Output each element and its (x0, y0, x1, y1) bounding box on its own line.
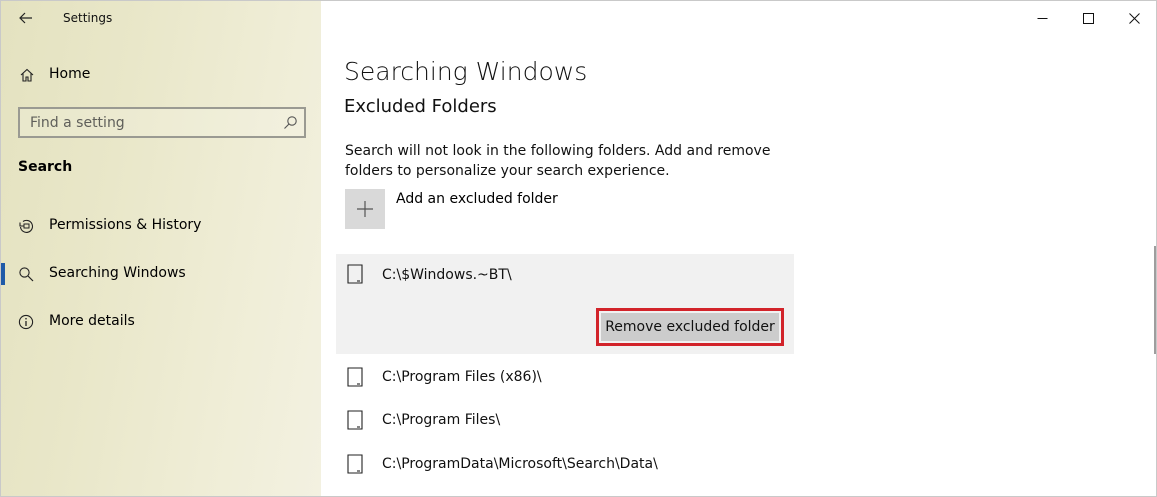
add-excluded-folder-label: Add an excluded folder (396, 191, 558, 207)
folder-path: C:\Program Files (x86)\ (382, 369, 542, 385)
main-content: Searching Windows Excluded Folders Searc… (321, 1, 1156, 496)
maximize-button[interactable] (1065, 1, 1111, 35)
settings-search-input[interactable] (20, 109, 270, 136)
sidebar-item-more-details[interactable]: More details (1, 305, 321, 339)
nav-home[interactable]: Home (1, 61, 321, 89)
home-icon (20, 68, 34, 82)
settings-search-box[interactable] (18, 107, 306, 138)
nav-home-label: Home (49, 66, 91, 82)
folder-list-item[interactable]: C:\Program Files\ (336, 406, 794, 436)
sidebar-item-label: Searching Windows (49, 265, 186, 281)
sidebar: Settings Home Search Permissions & Histo… (1, 1, 321, 496)
close-button[interactable] (1111, 1, 1156, 35)
sidebar-item-permissions-history[interactable]: Permissions & History (1, 209, 321, 243)
sidebar-item-searching-windows[interactable]: Searching Windows (1, 257, 321, 291)
history-icon (19, 219, 33, 233)
drive-icon (347, 454, 363, 474)
back-arrow-icon (19, 12, 32, 24)
drive-icon (347, 367, 363, 387)
window-title: Settings (63, 11, 113, 25)
settings-window: Settings Home Search Permissions & Histo… (0, 0, 1157, 497)
remove-excluded-folder-button[interactable]: Remove excluded folder (601, 313, 779, 341)
maximize-icon (1082, 12, 1094, 24)
folder-list-item[interactable]: C:\Program Files (x86)\ (336, 363, 794, 393)
back-button[interactable] (11, 6, 41, 30)
page-title: Searching Windows (344, 57, 588, 86)
magnifier-icon[interactable] (283, 115, 298, 130)
minimize-icon (1037, 17, 1047, 19)
section-subtitle: Excluded Folders (344, 96, 497, 117)
folder-list-item[interactable]: C:\ProgramData\Microsoft\Search\Data\ (336, 450, 794, 480)
drive-icon (347, 264, 363, 284)
minimize-button[interactable] (1019, 1, 1065, 35)
folder-path: C:\ProgramData\Microsoft\Search\Data\ (382, 456, 658, 472)
plus-icon (357, 201, 373, 217)
folder-path: C:\$Windows.~BT\ (382, 267, 512, 283)
add-excluded-folder-button[interactable]: Add an excluded folder (345, 189, 605, 229)
selection-indicator (1, 263, 5, 285)
info-icon (18, 314, 34, 330)
search-icon (19, 267, 34, 282)
folder-path: C:\Program Files\ (382, 412, 501, 428)
add-tile[interactable] (345, 189, 385, 229)
sidebar-item-label: More details (49, 313, 135, 329)
description-text: Search will not look in the following fo… (345, 143, 771, 179)
drive-icon (347, 410, 363, 430)
sidebar-section-heading: Search (18, 159, 73, 175)
sidebar-item-label: Permissions & History (49, 217, 202, 233)
close-icon (1128, 12, 1140, 24)
